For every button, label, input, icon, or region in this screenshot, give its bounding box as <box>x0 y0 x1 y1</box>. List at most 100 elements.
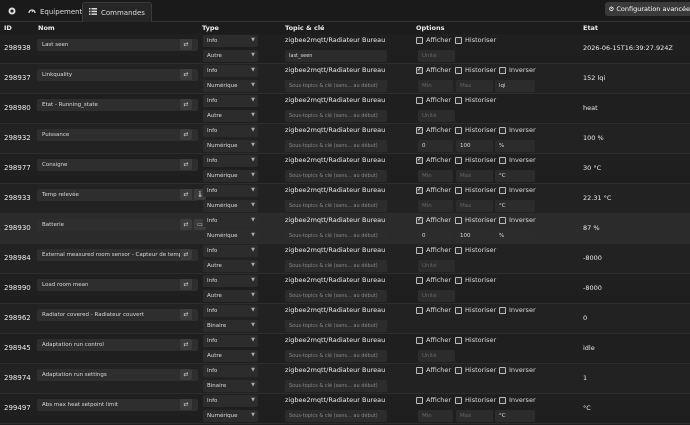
inverser-checkbox[interactable]: Inverser <box>499 186 536 194</box>
tab-home[interactable] <box>2 2 22 22</box>
subtype-select[interactable]: Numérique ▼ <box>203 200 258 212</box>
configure-icon[interactable]: ⇄ <box>180 399 192 410</box>
configure-icon[interactable]: ⇄ <box>180 369 192 380</box>
command-name-input[interactable]: Adaptation run settings <box>37 369 198 381</box>
afficher-checkbox[interactable]: ✓ Afficher <box>416 156 451 164</box>
min-input[interactable]: Min <box>418 200 453 212</box>
max-input[interactable]: Max <box>456 170 493 182</box>
advanced-config-button[interactable]: ⚙ Configuration avancée <box>604 2 690 16</box>
unit-input[interactable]: % <box>495 230 535 242</box>
configure-icon[interactable]: ⇄ <box>180 309 192 320</box>
configure-icon[interactable]: ⇄ <box>180 159 192 170</box>
afficher-checkbox[interactable]: ✓ Afficher <box>416 186 451 194</box>
afficher-checkbox[interactable]: Afficher <box>416 306 451 314</box>
type-select[interactable]: Info ▼ <box>203 275 258 287</box>
subtopic-input[interactable]: Sous-topics & clé (sans... au début) <box>285 140 387 152</box>
subtopic-input[interactable]: Sous-topics & clé (sans... au début) <box>285 80 387 92</box>
inverser-checkbox[interactable]: Inverser <box>499 216 536 224</box>
command-name-input[interactable]: Consigne <box>37 159 198 171</box>
subtopic-input[interactable]: Sous-topics & clé (sans... au début) <box>285 410 387 422</box>
max-input[interactable]: Max <box>456 80 493 92</box>
tab-equipement[interactable]: Equipement <box>22 2 88 22</box>
afficher-checkbox[interactable]: ✓ Afficher <box>416 66 451 74</box>
unit-input[interactable]: °C <box>495 200 535 212</box>
type-select[interactable]: Info ▼ <box>203 155 258 167</box>
configure-icon[interactable]: ⇄ <box>180 99 192 110</box>
command-name-input[interactable]: Last seen <box>37 39 198 51</box>
afficher-checkbox[interactable]: Afficher <box>416 396 451 404</box>
inverser-checkbox[interactable]: Inverser <box>499 366 536 374</box>
configure-icon[interactable]: ⇄ <box>180 219 192 230</box>
min-input[interactable]: 0 <box>418 230 453 242</box>
historiser-checkbox[interactable]: Historiser <box>455 306 496 314</box>
type-select[interactable]: Info ▼ <box>203 215 258 227</box>
max-input[interactable]: Max <box>456 200 493 212</box>
inverser-checkbox[interactable]: Inverser <box>499 396 536 404</box>
subtopic-input[interactable]: last_seen <box>285 50 387 62</box>
configure-icon[interactable]: ⇄ <box>180 39 192 50</box>
subtype-select[interactable]: Numérique ▼ <box>203 140 258 152</box>
unit-input[interactable]: Unité <box>418 110 455 122</box>
subtopic-input[interactable]: Sous-topics & clé (sans... au début) <box>285 260 387 272</box>
type-select[interactable]: Info ▼ <box>203 95 258 107</box>
afficher-checkbox[interactable]: Afficher <box>416 36 451 44</box>
min-input[interactable]: Min <box>418 410 453 422</box>
command-name-input[interactable]: Linkquality <box>37 69 198 81</box>
inverser-checkbox[interactable]: Inverser <box>499 126 536 134</box>
subtopic-input[interactable]: Sous-topics & clé (sans... au début) <box>285 350 387 362</box>
subtype-select[interactable]: Numérique ▼ <box>203 410 258 422</box>
configure-icon[interactable]: ⇄ <box>180 279 192 290</box>
type-select[interactable]: Info ▼ <box>203 305 258 317</box>
command-name-input[interactable]: Adaptation run control <box>37 339 198 351</box>
inverser-checkbox[interactable]: Inverser <box>499 66 536 74</box>
command-name-input[interactable]: External measured room sensor - Capteur … <box>37 249 198 261</box>
historiser-checkbox[interactable]: Historiser <box>455 396 496 404</box>
subtopic-input[interactable]: Sous-topics & clé (sans... au début) <box>285 320 387 332</box>
historiser-checkbox[interactable]: Historiser <box>455 96 496 104</box>
subtopic-input[interactable]: Sous-topics & clé (sans... au début) <box>285 110 387 122</box>
command-name-input[interactable]: Load room mean <box>37 279 198 291</box>
configure-icon[interactable]: ⇄ <box>180 339 192 350</box>
unit-input[interactable]: Unité <box>418 50 455 62</box>
subtype-select[interactable]: Numérique ▼ <box>203 170 258 182</box>
type-select[interactable]: Info ▼ <box>203 365 258 377</box>
configure-icon[interactable]: ⇄ <box>180 69 192 80</box>
unit-input[interactable]: % <box>495 140 535 152</box>
command-name-input[interactable]: Radiator covered - Radiateur couvert <box>37 309 198 321</box>
historiser-checkbox[interactable]: Historiser <box>455 66 496 74</box>
inverser-checkbox[interactable]: Inverser <box>499 306 536 314</box>
historiser-checkbox[interactable]: Historiser <box>455 246 496 254</box>
subtype-select[interactable]: Autre ▼ <box>203 350 258 362</box>
type-select[interactable]: Info ▼ <box>203 35 258 47</box>
max-input[interactable]: 100 <box>456 230 493 242</box>
configure-icon[interactable]: ⇄ <box>180 189 192 200</box>
max-input[interactable]: 100 <box>456 140 493 152</box>
configure-icon[interactable]: ⇄ <box>180 249 192 260</box>
type-select[interactable]: Info ▼ <box>203 245 258 257</box>
subtype-select[interactable]: Autre ▼ <box>203 260 258 272</box>
subtopic-input[interactable]: Sous-topics & clé (sans... au début) <box>285 200 387 212</box>
subtopic-input[interactable]: Sous-topics & clé (sans... au début) <box>285 380 387 392</box>
unit-input[interactable]: Unité <box>418 290 455 302</box>
subtype-select[interactable]: Binaire ▼ <box>203 380 258 392</box>
afficher-checkbox[interactable]: Afficher <box>416 366 451 374</box>
command-name-input[interactable]: Abs max heat setpoint limit <box>37 399 198 411</box>
subtopic-input[interactable]: Sous-topics & clé (sans... au début) <box>285 230 387 242</box>
type-select[interactable]: Info ▼ <box>203 335 258 347</box>
type-select[interactable]: Info ▼ <box>203 125 258 137</box>
subtype-select[interactable]: Autre ▼ <box>203 50 258 62</box>
subtype-select[interactable]: Autre ▼ <box>203 110 258 122</box>
historiser-checkbox[interactable]: Historiser <box>455 336 496 344</box>
afficher-checkbox[interactable]: Afficher <box>416 336 451 344</box>
tab-commandes[interactable]: Commandes <box>82 2 152 22</box>
inverser-checkbox[interactable]: Inverser <box>499 156 536 164</box>
configure-icon[interactable]: ⇄ <box>180 129 192 140</box>
historiser-checkbox[interactable]: Historiser <box>455 276 496 284</box>
historiser-checkbox[interactable]: Historiser <box>455 36 496 44</box>
command-name-input[interactable]: Etat - Running_state <box>37 99 198 111</box>
type-select[interactable]: Info ▼ <box>203 185 258 197</box>
unit-input[interactable]: °C <box>495 410 535 422</box>
historiser-checkbox[interactable]: Historiser <box>455 366 496 374</box>
afficher-checkbox[interactable]: Afficher <box>416 246 451 254</box>
subtype-select[interactable]: Numérique ▼ <box>203 80 258 92</box>
